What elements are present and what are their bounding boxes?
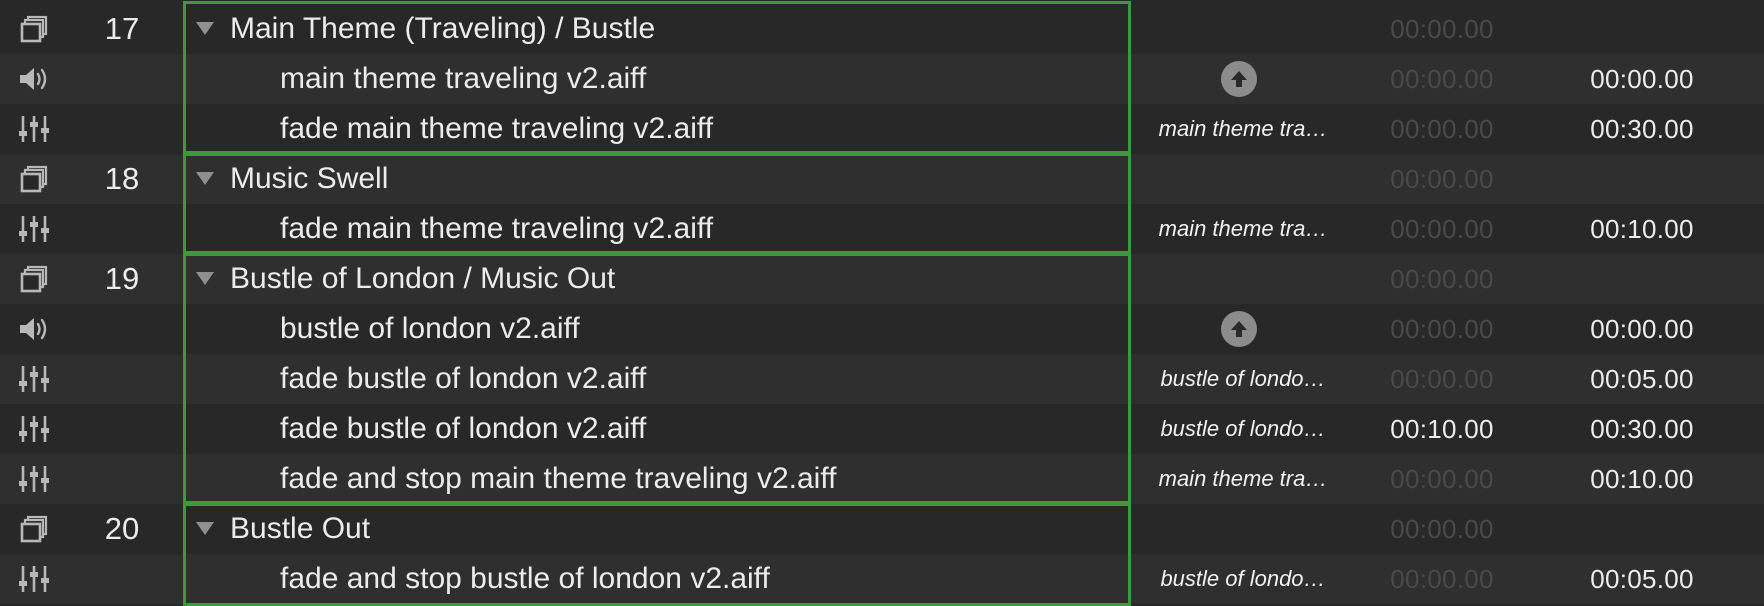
- target-arrow-up-icon[interactable]: [1221, 61, 1257, 97]
- cue-number: 20: [104, 511, 140, 546]
- group-icon: [14, 512, 54, 546]
- audio-icon: [14, 62, 54, 96]
- prewait-time[interactable]: 00:00.00: [1352, 304, 1532, 354]
- cue-name[interactable]: fade main theme traveling v2.aiff: [280, 104, 713, 154]
- audio-icon: [14, 312, 54, 346]
- duration-time[interactable]: 00:30.00: [1550, 104, 1734, 154]
- cue-number: 17: [104, 11, 140, 46]
- prewait-time[interactable]: 00:00.00: [1352, 354, 1532, 404]
- cue-name[interactable]: fade bustle of london v2.aiff: [280, 404, 646, 454]
- cue-row[interactable]: bustle of london v2.aiff 00:00.00 00:00.00: [0, 304, 1764, 354]
- cue-list: 17 Main Theme (Traveling) / Bustle 00:00.0…: [0, 0, 1764, 606]
- prewait-time[interactable]: 00:00.00: [1352, 554, 1532, 604]
- group-icon: [14, 162, 54, 196]
- cue-target: main theme tra…: [1158, 466, 1328, 491]
- fade-icon: [14, 362, 54, 396]
- cue-target: bustle of londo…: [1160, 366, 1326, 391]
- prewait-time[interactable]: 00:00.00: [1352, 254, 1532, 304]
- cue-name[interactable]: main theme traveling v2.aiff: [280, 54, 646, 104]
- prewait-time[interactable]: 00:00.00: [1352, 504, 1532, 554]
- cue-row[interactable]: main theme traveling v2.aiff 00:00.00 00:0…: [0, 54, 1764, 104]
- cue-name[interactable]: Music Swell: [230, 154, 388, 204]
- prewait-time[interactable]: 00:00.00: [1352, 4, 1532, 54]
- cue-target: bustle of londo…: [1160, 416, 1326, 441]
- prewait-time[interactable]: 00:00.00: [1352, 204, 1532, 254]
- cue-target: main theme tra…: [1158, 116, 1328, 141]
- cue-name[interactable]: fade and stop main theme traveling v2.ai…: [280, 454, 836, 504]
- fade-icon: [14, 212, 54, 246]
- disclosure-triangle-icon[interactable]: [196, 272, 214, 285]
- fade-icon: [14, 412, 54, 446]
- prewait-time[interactable]: 00:10.00: [1352, 404, 1532, 454]
- cue-number: 19: [104, 261, 140, 296]
- cue-row[interactable]: fade main theme traveling v2.aiff main th…: [0, 204, 1764, 254]
- duration-time[interactable]: 00:00.00: [1550, 304, 1734, 354]
- disclosure-triangle-icon[interactable]: [196, 172, 214, 185]
- prewait-time[interactable]: 00:00.00: [1352, 154, 1532, 204]
- prewait-time[interactable]: 00:00.00: [1352, 454, 1532, 504]
- cue-name[interactable]: Bustle of London / Music Out: [230, 254, 615, 304]
- target-arrow-up-icon[interactable]: [1221, 311, 1257, 347]
- cue-name[interactable]: fade and stop bustle of london v2.aiff: [280, 554, 770, 604]
- cue-target: bustle of londo…: [1160, 566, 1326, 591]
- duration-time[interactable]: 00:00.00: [1550, 54, 1734, 104]
- group-cue-row[interactable]: 17 Main Theme (Traveling) / Bustle 00:00.0…: [0, 4, 1764, 54]
- prewait-time[interactable]: 00:00.00: [1352, 104, 1532, 154]
- duration-time[interactable]: 00:10.00: [1550, 454, 1734, 504]
- cue-row[interactable]: fade bustle of london v2.aiff bustle of l…: [0, 354, 1764, 404]
- group-cue-row[interactable]: 20 Bustle Out 00:00.00: [0, 504, 1764, 554]
- fade-icon: [14, 562, 54, 596]
- fade-icon: [14, 112, 54, 146]
- cue-row[interactable]: fade main theme traveling v2.aiff main th…: [0, 104, 1764, 154]
- cue-name[interactable]: Bustle Out: [230, 504, 370, 554]
- cue-row[interactable]: fade and stop bustle of london v2.aiff bu…: [0, 554, 1764, 604]
- cue-name[interactable]: Main Theme (Traveling) / Bustle: [230, 4, 655, 54]
- cue-number: 18: [104, 161, 140, 196]
- duration-time[interactable]: 00:30.00: [1550, 404, 1734, 454]
- group-cue-row[interactable]: 18 Music Swell 00:00.00: [0, 154, 1764, 204]
- cue-name[interactable]: bustle of london v2.aiff: [280, 304, 580, 354]
- cue-name[interactable]: fade bustle of london v2.aiff: [280, 354, 646, 404]
- cue-name[interactable]: fade main theme traveling v2.aiff: [280, 204, 713, 254]
- cue-row[interactable]: fade and stop main theme traveling v2.ai…: [0, 454, 1764, 504]
- group-icon: [14, 12, 54, 46]
- group-cue-row[interactable]: 19 Bustle of London / Music Out 00:00.00: [0, 254, 1764, 304]
- cue-target: main theme tra…: [1158, 216, 1328, 241]
- prewait-time[interactable]: 00:00.00: [1352, 54, 1532, 104]
- duration-time[interactable]: 00:05.00: [1550, 554, 1734, 604]
- disclosure-triangle-icon[interactable]: [196, 22, 214, 35]
- fade-icon: [14, 462, 54, 496]
- duration-time[interactable]: 00:10.00: [1550, 204, 1734, 254]
- group-icon: [14, 262, 54, 296]
- duration-time[interactable]: 00:05.00: [1550, 354, 1734, 404]
- disclosure-triangle-icon[interactable]: [196, 522, 214, 535]
- cue-row[interactable]: fade bustle of london v2.aiff bustle of l…: [0, 404, 1764, 454]
